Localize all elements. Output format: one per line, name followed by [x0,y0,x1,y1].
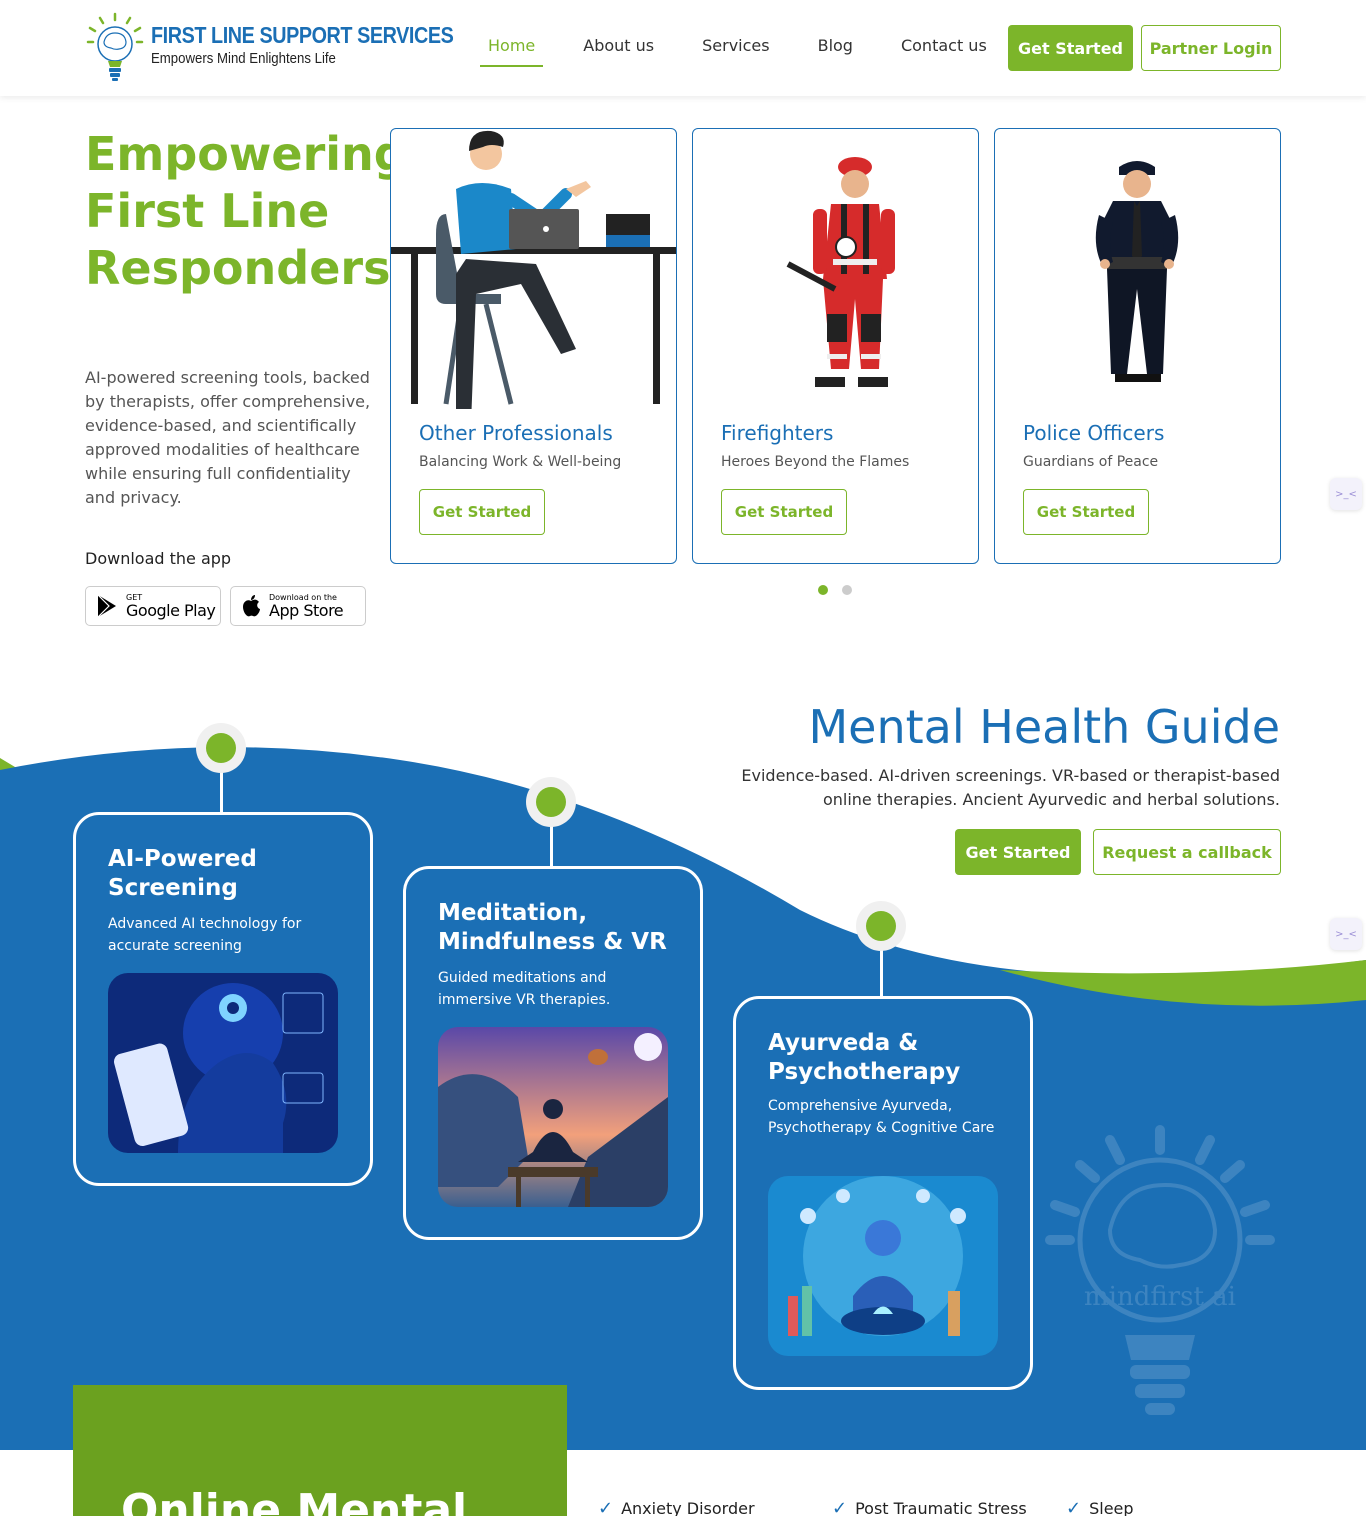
logo-title: FIRST LINE SUPPORT SERVICES [151,22,454,48]
feature-title: AI-Powered Screening [108,846,257,901]
google-play-big: Google Play [126,600,216,620]
condition-label: Anxiety Disorder [621,1499,755,1516]
guide-description: Evidence-based. AI-driven screenings. VR… [741,766,1280,809]
card-subtitle: Heroes Beyond the Flames [721,454,910,470]
google-play-icon [97,594,116,618]
ai-brain-image [108,973,338,1153]
online-mental-health-block: Online Mental [73,1385,567,1516]
hero-title: Empowering First Line Responders [85,126,407,297]
logo[interactable]: FIRST LINE SUPPORT SERVICES Empowers Min… [86,12,454,84]
app-store-big: App Store [269,600,344,620]
nav-services[interactable]: Services [694,36,777,67]
carousel-dot-active[interactable] [818,585,828,595]
google-play-badge[interactable]: GET Google Play [85,586,221,626]
professional-at-desk-illustration [391,130,676,409]
card-other-professionals[interactable]: Other Professionals Balancing Work & Wel… [390,128,677,564]
hero-title-line: Empowering [85,127,407,181]
guide-title: Mental Health Guide [808,700,1280,754]
site-header: FIRST LINE SUPPORT SERVICES Empowers Min… [0,0,1366,96]
timeline-node [196,723,246,773]
card-title: Firefighters [721,421,834,445]
nav-blog[interactable]: Blog [810,36,861,67]
feature-title: Ayurveda & Psychotherapy [768,1030,961,1085]
meditation-image [438,1027,668,1207]
apple-icon [243,595,260,617]
card-police-officers[interactable]: Police Officers Guardians of Peace Get S… [994,128,1281,564]
check-icon: ✓ [1066,1498,1082,1516]
hero-title-line: First Line [85,184,330,238]
hero-description: AI-powered screening tools, backed by th… [85,368,371,507]
feature-description: Advanced AI technology for accurate scre… [108,916,302,954]
partner-login-button[interactable]: Partner Login [1141,25,1281,71]
app-store-text: Download on the App Store [269,593,344,620]
feature-ai-screening[interactable]: AI-Powered Screening Advanced AI technol… [73,812,373,1186]
card-get-started-button[interactable]: Get Started [721,489,847,535]
check-icon: ✓ [832,1498,848,1516]
mindfirst-watermark-logo: mindfirst.ai [1045,1125,1275,1415]
watermark-text: mindfirst.ai [1084,1282,1236,1312]
main-nav: Home About us Services Blog Contact us [480,36,1027,67]
connector-line [550,826,553,868]
connector-line [220,772,223,814]
lightbulb-brain-icon [86,12,144,81]
app-store-badge[interactable]: Download on the App Store [230,586,366,626]
timeline-node [526,777,576,827]
online-mental-title: Online Mental [121,1485,468,1516]
request-callback-button[interactable]: Request a callback [1093,829,1281,875]
police-officer-illustration [1095,161,1179,382]
card-title: Other Professionals [419,421,613,445]
hero-title-line: Responders [85,241,391,295]
card-get-started-button[interactable]: Get Started [1023,489,1149,535]
timeline-node [856,901,906,951]
download-label: Download the app [85,549,232,568]
feature-meditation-vr[interactable]: Meditation, Mindfulness & VR Guided medi… [403,866,703,1240]
nav-home[interactable]: Home [480,36,544,67]
card-firefighters[interactable]: Firefighters Heroes Beyond the Flames Ge… [692,128,979,564]
ayurveda-image [768,1176,998,1356]
card-subtitle: Guardians of Peace [1023,454,1159,470]
logo-tagline: Empowers Mind Enlightens Life [151,50,336,67]
connector-line [880,950,883,998]
feature-description: Comprehensive Ayurveda, Psychotherapy & … [768,1098,995,1136]
check-icon: ✓ [598,1498,614,1516]
feature-title: Meditation, Mindfulness & VR [438,900,667,955]
feature-ayurveda-psychotherapy[interactable]: Ayurveda & Psychotherapy Comprehensive A… [733,996,1033,1390]
condition-item: ✓ Sleep [1066,1498,1134,1516]
google-play-text: GET Google Play [126,593,216,620]
card-title: Police Officers [1023,421,1165,445]
guide-get-started-button[interactable]: Get Started [955,829,1081,875]
carousel-dot[interactable] [842,585,852,595]
feature-description: Guided meditations and immersive VR ther… [438,970,611,1008]
header-get-started-button[interactable]: Get Started [1008,25,1133,71]
chatbot-icon[interactable]: >_< [1330,478,1362,510]
condition-label: Post Traumatic Stress [855,1499,1027,1516]
card-subtitle: Balancing Work & Well-being [419,454,622,470]
condition-item: ✓ Post Traumatic Stress [832,1498,1027,1516]
nav-about[interactable]: About us [575,36,662,67]
carousel-dots [818,585,866,595]
condition-label: Sleep [1089,1499,1134,1516]
nav-contact[interactable]: Contact us [893,36,995,67]
card-get-started-button[interactable]: Get Started [419,489,545,535]
firefighter-illustration [786,157,895,387]
condition-item: ✓ Anxiety Disorder [598,1498,755,1516]
